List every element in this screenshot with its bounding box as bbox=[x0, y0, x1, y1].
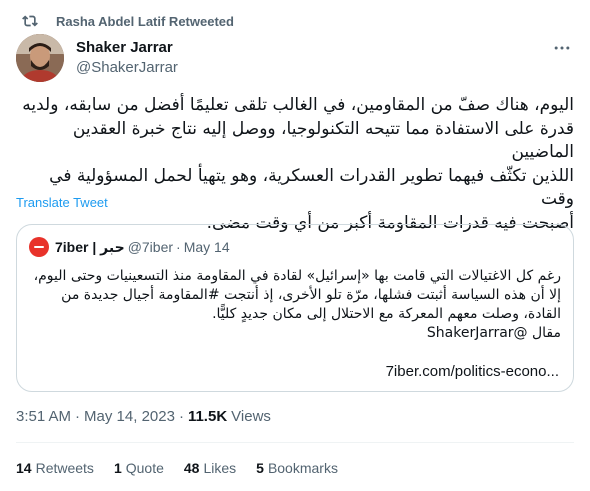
tweet-text: اليوم، هناك صفّ من المقاومين، في الغالب … bbox=[16, 94, 574, 235]
tweet-line: قدرة على الاستفادة مما تتيحه التكنولوجيا… bbox=[72, 118, 574, 163]
retweets-stat[interactable]: 14 Retweets bbox=[16, 460, 94, 476]
author-avatar[interactable] bbox=[16, 34, 64, 82]
bookmarks-label: Bookmarks bbox=[267, 460, 338, 476]
bookmarks-count: 5 bbox=[256, 460, 264, 476]
retweet-icon bbox=[22, 15, 38, 27]
retweets-count: 14 bbox=[16, 460, 32, 476]
quotes-count: 1 bbox=[113, 460, 122, 476]
quote-author-name: 7iber | حبر bbox=[55, 239, 125, 255]
quote-link[interactable]: 7iber.com/politics-econo... bbox=[386, 363, 559, 380]
quote-line: القادة، وصلت معهم المعركة مع الاحتلال إل… bbox=[212, 306, 561, 322]
quote-line: رغم كل الاغتيالات التي قامت بها «إسرائيل… bbox=[33, 268, 561, 284]
retweets-label: Retweets bbox=[35, 460, 94, 476]
meta-separator: · bbox=[75, 408, 81, 425]
tweet-stats: 14 Retweets 1 Quote 48 Likes 5 Bookmarks bbox=[16, 460, 358, 476]
retweet-text[interactable]: Rasha Abdel Latif Retweeted bbox=[56, 14, 234, 29]
likes-label: Likes bbox=[203, 460, 237, 476]
quote-line: إلا أن هذه السياسة أثبتت فشلها، مرّة تلو… bbox=[61, 287, 561, 303]
views-count: 11.5K bbox=[187, 408, 228, 425]
author-name[interactable]: Shaker Jarrar bbox=[76, 38, 178, 57]
views-label: Views bbox=[231, 408, 271, 425]
meta-separator: · bbox=[178, 408, 184, 425]
quote-avatar bbox=[29, 237, 49, 257]
quoted-tweet[interactable]: 7iber | حبر @7iber · May 14 رغم كل الاغت… bbox=[16, 224, 574, 392]
more-options-button[interactable] bbox=[552, 38, 572, 58]
quote-text: رغم كل الاغتيالات التي قامت بها «إسرائيل… bbox=[29, 267, 561, 343]
quote-header: 7iber | حبر @7iber · May 14 bbox=[29, 237, 230, 257]
quote-author-handle: @7iber bbox=[127, 239, 174, 255]
quotes-stat[interactable]: 1 Quote bbox=[114, 460, 164, 476]
more-icon bbox=[554, 46, 570, 50]
tweet-date[interactable]: May 14, 2023 bbox=[84, 408, 175, 425]
translate-tweet-link[interactable]: Translate Tweet bbox=[16, 195, 108, 210]
avatar-photo bbox=[16, 34, 64, 82]
bookmarks-stat[interactable]: 5 Bookmarks bbox=[256, 460, 338, 476]
quote-separator: · bbox=[176, 239, 181, 255]
quote-logo-icon bbox=[34, 246, 44, 248]
retweet-context: Rasha Abdel Latif Retweeted bbox=[22, 12, 234, 30]
tweet-time[interactable]: 3:51 AM bbox=[16, 408, 71, 425]
author-info: Shaker Jarrar @ShakerJarrar bbox=[76, 38, 178, 77]
likes-count: 48 bbox=[183, 460, 200, 476]
quotes-label: Quote bbox=[125, 460, 164, 476]
tweet-meta: 3:51 AM · May 14, 2023 · 11.5K Views bbox=[16, 408, 271, 425]
quote-date: May 14 bbox=[183, 239, 230, 255]
divider bbox=[16, 442, 574, 443]
quote-line: مقال @ShakerJarrar bbox=[426, 325, 561, 341]
author-handle[interactable]: @ShakerJarrar bbox=[76, 58, 178, 77]
likes-stat[interactable]: 48 Likes bbox=[184, 460, 236, 476]
tweet-line: اليوم، هناك صفّ من المقاومين، في الغالب … bbox=[22, 95, 574, 115]
